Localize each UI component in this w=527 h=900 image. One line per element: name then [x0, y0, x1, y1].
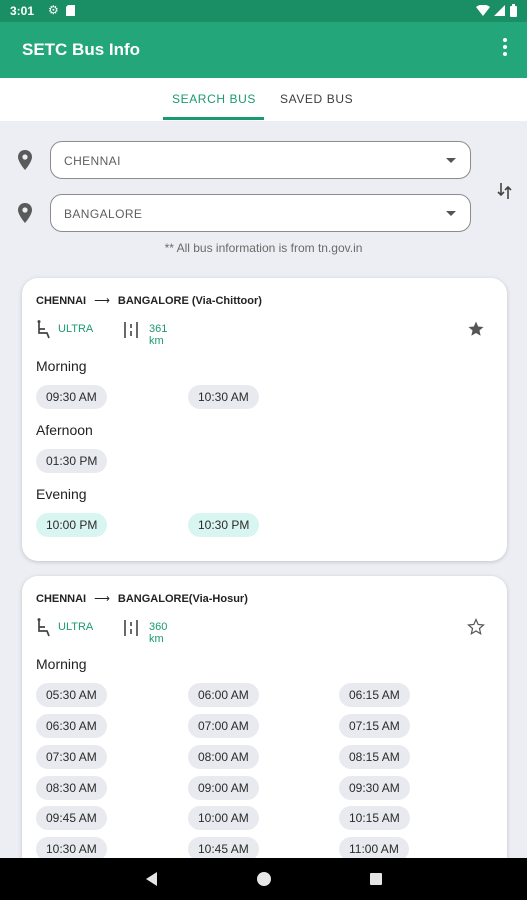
recent-apps-icon[interactable]	[370, 873, 382, 885]
dropdown-arrow-icon	[446, 158, 456, 163]
star-filled-icon[interactable]	[467, 320, 485, 338]
time-chip[interactable]: 05:30 AM	[36, 683, 107, 707]
time-chip[interactable]: 08:15 AM	[339, 745, 410, 769]
time-chip[interactable]: 07:00 AM	[188, 714, 259, 738]
route-title: CHENNAI ⟶ BANGALORE(Via-Hosur)	[36, 592, 248, 605]
time-chip[interactable]: 06:15 AM	[339, 683, 410, 707]
route-distance: 360 km	[149, 621, 168, 645]
time-chip[interactable]: 09:30 AM	[36, 385, 107, 409]
more-vert-icon[interactable]	[499, 36, 511, 62]
section-title: Afernoon	[36, 422, 93, 438]
section-title: Morning	[36, 656, 87, 672]
time-chip[interactable]: 09:00 AM	[188, 776, 259, 800]
source-note: ** All bus information is from tn.gov.in	[164, 241, 363, 255]
from-city-select[interactable]: CHENNAI	[50, 141, 471, 179]
time-chip[interactable]: 10:30 PM	[188, 513, 260, 537]
tab-indicator	[163, 117, 264, 120]
time-chip[interactable]: 07:30 AM	[36, 745, 107, 769]
tab-bar: SEARCH BUS SAVED BUS	[0, 78, 527, 121]
road-icon	[124, 620, 138, 636]
section-title: Evening	[36, 486, 87, 502]
system-nav-bar	[0, 858, 527, 900]
gear-icon: ⚙	[48, 3, 59, 17]
signal-icon	[494, 5, 505, 16]
time-chip[interactable]: 08:30 AM	[36, 776, 107, 800]
to-city-value: BANGALORE	[64, 207, 143, 221]
status-time: 3:01	[10, 4, 35, 18]
route-card[interactable]: CHENNAI ⟶ BANGALORE(Via-Hosur) ULTRA 360 k…	[22, 576, 507, 876]
from-city-value: CHENNAI	[64, 154, 121, 168]
bus-type: ULTRA	[58, 323, 94, 335]
location-pin-icon	[18, 203, 32, 223]
route-card[interactable]: CHENNAI ⟶ BANGALORE (Via-Chittoor) ULTRA 3…	[22, 278, 507, 561]
time-chip[interactable]: 10:15 AM	[339, 806, 410, 830]
swap-vert-icon[interactable]	[497, 181, 513, 201]
time-chip[interactable]: 01:30 PM	[36, 449, 108, 473]
home-icon[interactable]	[257, 872, 271, 886]
seat-icon	[37, 320, 50, 339]
time-chip[interactable]: 09:30 AM	[339, 776, 410, 800]
arrow-right-icon: ⟶	[94, 593, 110, 605]
tab-saved-bus[interactable]: SAVED BUS	[280, 92, 353, 106]
back-icon[interactable]	[146, 872, 157, 886]
bus-type: ULTRA	[58, 621, 94, 633]
road-icon	[124, 322, 138, 338]
route-to: BANGALORE (Via-Chittoor)	[117, 295, 262, 307]
route-to: BANGALORE(Via-Hosur)	[117, 593, 248, 605]
time-chip[interactable]: 10:30 AM	[188, 385, 259, 409]
section-title: Morning	[36, 358, 87, 374]
time-chip[interactable]: 09:45 AM	[36, 806, 107, 830]
location-pin-icon	[18, 150, 32, 170]
seat-icon	[37, 618, 50, 637]
route-from: CHENNAI	[36, 593, 87, 605]
app-bar: SETC Bus Info	[0, 22, 527, 78]
tab-search-bus[interactable]: SEARCH BUS	[172, 92, 256, 106]
dropdown-arrow-icon	[446, 211, 456, 216]
time-chip[interactable]: 06:30 AM	[36, 714, 107, 738]
star-outline-icon[interactable]	[467, 618, 485, 636]
route-title: CHENNAI ⟶ BANGALORE (Via-Chittoor)	[36, 294, 262, 307]
time-chip[interactable]: 07:15 AM	[339, 714, 410, 738]
time-chip[interactable]: 10:00 AM	[188, 806, 259, 830]
status-bar: 3:01 ⚙	[0, 0, 527, 22]
battery-icon	[510, 4, 517, 17]
route-from: CHENNAI	[36, 295, 87, 307]
wifi-icon	[476, 5, 490, 16]
time-chip[interactable]: 10:00 PM	[36, 513, 108, 537]
sd-card-icon	[66, 5, 75, 16]
time-chip[interactable]: 08:00 AM	[188, 745, 259, 769]
app-title: SETC Bus Info	[22, 40, 141, 59]
to-city-select[interactable]: BANGALORE	[50, 194, 471, 232]
time-chip[interactable]: 06:00 AM	[188, 683, 259, 707]
route-distance: 361 km	[149, 323, 168, 347]
arrow-right-icon: ⟶	[94, 295, 110, 307]
